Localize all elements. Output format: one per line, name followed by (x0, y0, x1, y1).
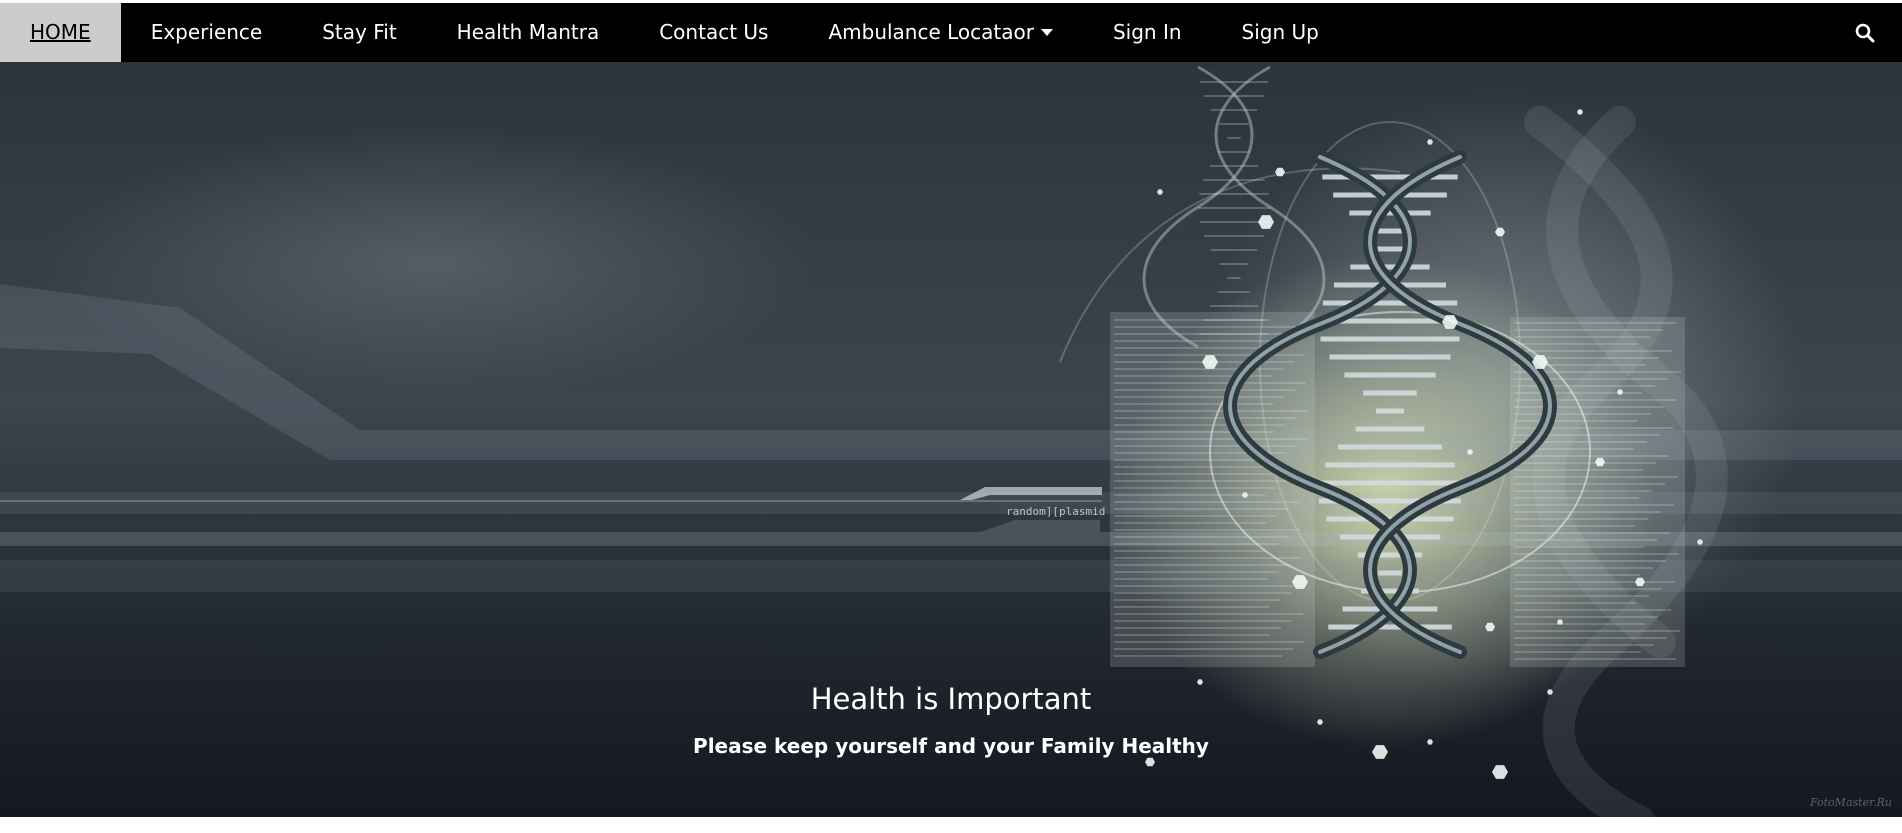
image-code-text: random][plasmid (1006, 505, 1106, 518)
nav-health-mantra-link[interactable]: Health Mantra (427, 3, 630, 62)
nav-contact-us-link[interactable]: Contact Us (629, 3, 798, 62)
hero-title: Health is Important (810, 682, 1092, 716)
nav-ambulance-locator-dropdown[interactable]: Ambulance Locataor (798, 3, 1083, 62)
nav-home-link[interactable]: HOME (0, 3, 121, 62)
nav-ambulance-locator-label: Ambulance Locataor (828, 20, 1034, 44)
hero-banner: random][plasmid Health is Important Plea… (0, 62, 1902, 817)
caret-down-icon (1040, 29, 1053, 36)
search-icon (1855, 23, 1875, 42)
nav-stay-fit-link[interactable]: Stay Fit (292, 3, 426, 62)
nav-experience-link[interactable]: Experience (121, 3, 293, 62)
search-button[interactable] (1828, 3, 1902, 62)
nav-sign-up-link[interactable]: Sign Up (1212, 3, 1349, 62)
image-watermark: FotoMaster.Ru (1809, 796, 1892, 809)
nav-sign-in-link[interactable]: Sign In (1083, 3, 1212, 62)
hero-subtitle: Please keep yourself and your Family Hea… (693, 734, 1209, 758)
top-navigation-bar: HOME Experience Stay Fit Health Mantra C… (0, 3, 1902, 62)
